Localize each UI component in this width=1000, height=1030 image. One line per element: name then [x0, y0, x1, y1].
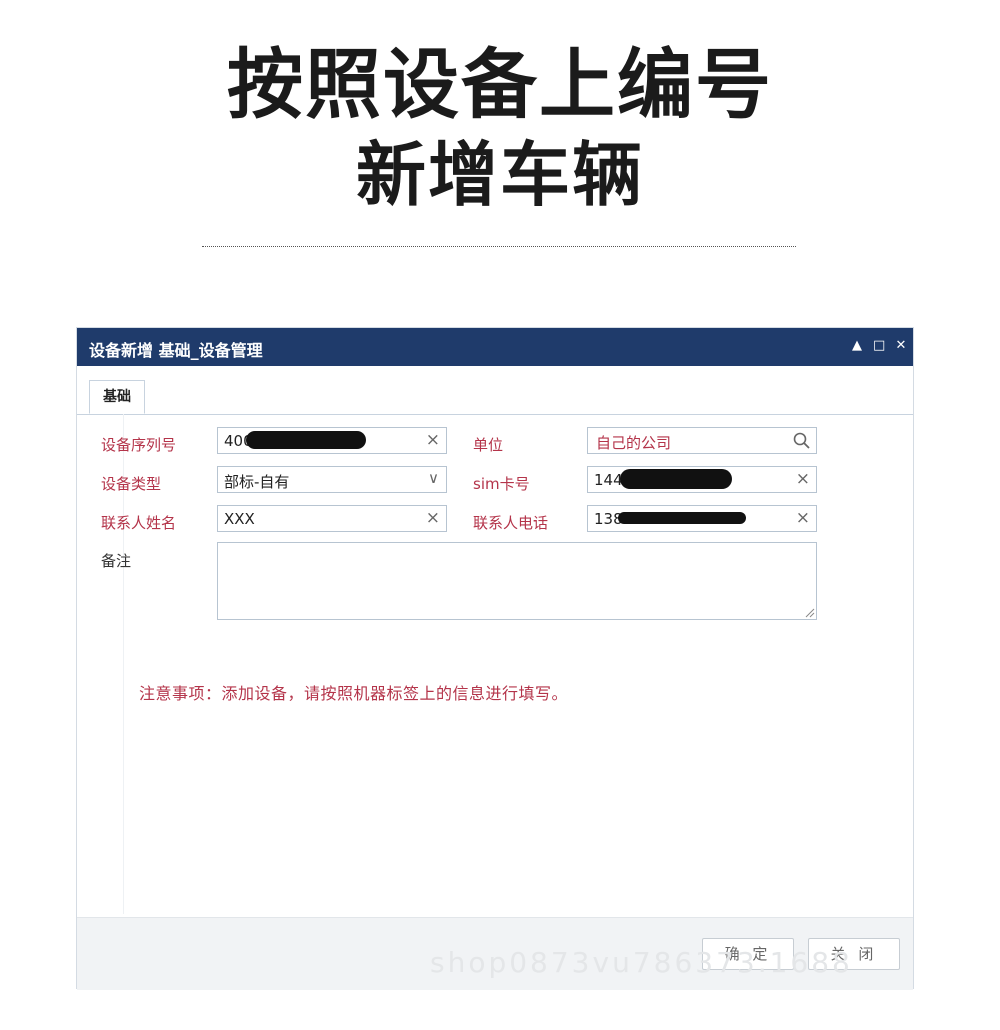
serial-input[interactable]: 400 × — [217, 427, 447, 454]
remark-label: 备注 — [101, 552, 132, 570]
dialog-titlebar[interactable]: 设备新增 基础_设备管理 ▲ □ ✕ — [77, 328, 913, 366]
phone-input[interactable]: 138 × — [587, 505, 817, 532]
sim-value: 144 — [594, 471, 623, 489]
clear-icon[interactable]: × — [426, 508, 440, 528]
resize-grip-icon[interactable] — [803, 606, 815, 618]
clear-icon[interactable]: × — [796, 469, 810, 489]
redaction-mark — [618, 512, 746, 524]
tab-basic[interactable]: 基础 — [89, 380, 145, 414]
dialog-title: 设备新增 基础_设备管理 — [89, 341, 263, 360]
maximize-icon[interactable]: □ — [873, 337, 885, 355]
search-icon[interactable] — [792, 431, 812, 451]
redaction-mark — [246, 431, 366, 449]
headline-line-1: 按照设备上编号 — [227, 40, 773, 129]
sim-label: sim卡号 — [473, 475, 530, 493]
notice-text: 注意事项：添加设备，请按照机器标签上的信息进行填写。 — [139, 684, 569, 703]
type-select[interactable]: 部标-自有 ∨ — [217, 466, 447, 493]
headline-line-2: 新增车辆 — [356, 134, 644, 216]
unit-value: 自己的公司 — [596, 434, 672, 452]
contact-value: XXX — [224, 510, 255, 528]
redaction-mark — [620, 469, 732, 489]
divider — [202, 246, 796, 247]
tab-bar: 基础 — [77, 366, 913, 415]
watermark: shop0873vu786373.1688 — [430, 946, 853, 979]
type-value: 部标-自有 — [224, 473, 290, 491]
close-icon[interactable]: ✕ — [895, 337, 907, 355]
contact-input[interactable]: XXX × — [217, 505, 447, 532]
clear-icon[interactable]: × — [796, 508, 810, 528]
unit-label: 单位 — [473, 436, 504, 454]
serial-label: 设备序列号 — [101, 436, 177, 454]
contact-label: 联系人姓名 — [101, 514, 177, 532]
chevron-down-icon[interactable]: ∨ — [428, 469, 439, 487]
clear-icon[interactable]: × — [426, 430, 440, 450]
collapse-icon[interactable]: ▲ — [851, 337, 863, 355]
device-add-dialog: 设备新增 基础_设备管理 ▲ □ ✕ 基础 设备序列号 400 × 单位 自己的… — [76, 327, 914, 990]
unit-input[interactable]: 自己的公司 — [587, 427, 817, 454]
type-label: 设备类型 — [101, 475, 162, 493]
sim-input[interactable]: 144 × — [587, 466, 817, 493]
remark-textarea[interactable] — [217, 542, 817, 620]
phone-label: 联系人电话 — [473, 514, 549, 532]
